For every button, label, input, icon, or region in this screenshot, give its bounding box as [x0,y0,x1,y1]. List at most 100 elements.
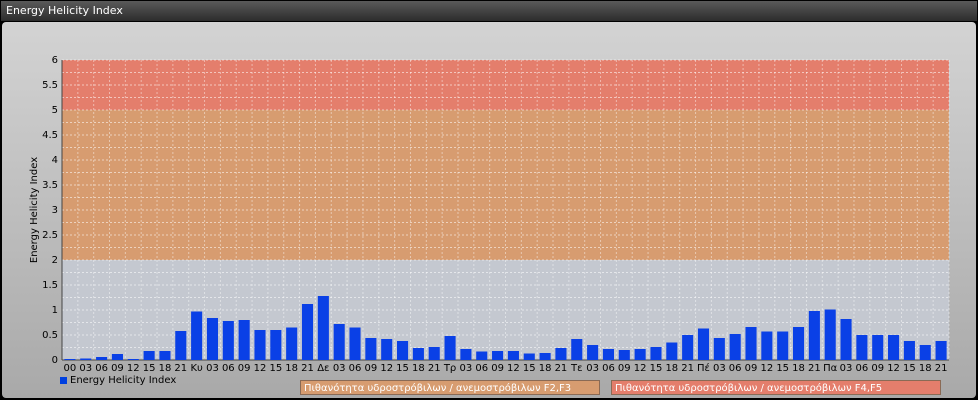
x-tick-label: 15 [903,363,916,374]
bar [159,351,171,360]
y-tick-label: 5 [52,105,58,116]
x-tick-label: 03 [713,363,726,374]
bar [903,341,915,360]
y-tick-label: 5.5 [42,80,58,91]
x-tick-label: 00 [64,363,77,374]
y-tick-label: 3 [52,205,58,216]
bar [713,338,725,360]
x-tick-label: 21 [428,363,441,374]
legend-label: Energy Helicity Index [70,375,177,386]
bar [397,341,409,360]
x-tick-label: 21 [681,363,694,374]
x-tick-label: 12 [887,363,900,374]
x-tick-label: 09 [745,363,758,374]
x-tick-label: 03 [333,363,346,374]
bar [872,335,884,360]
bar [64,359,76,360]
x-tick-label: 09 [238,363,251,374]
bar [571,339,583,360]
bar [650,347,662,360]
bar [745,327,757,360]
y-tick-label: 4.5 [42,130,58,141]
x-tick-label: 12 [254,363,267,374]
y-tick-label: 4 [52,155,58,166]
x-tick-label: 06 [602,363,615,374]
bar [428,347,440,360]
y-tick-label: 1 [52,305,58,316]
zone-legend-f2f3: Πιθανότητα υδροστρόβιλων / ανεμοστρόβιλω… [300,380,600,395]
x-tick-label: 09 [871,363,884,374]
y-axis-label: Energy Helicity Index [29,157,40,263]
x-tick-label: 03 [840,363,853,374]
x-tick-label: 18 [412,363,425,374]
x-tick-label: 21 [301,363,314,374]
x-tick-label: 12 [127,363,140,374]
x-tick-label: 21 [935,363,948,374]
x-tick-label: 12 [380,363,393,374]
x-tick-label: 09 [618,363,631,374]
x-tick-label: Δε [317,363,329,374]
bar [492,351,504,360]
x-tick-label: 12 [760,363,773,374]
bar [270,330,282,360]
x-tick-label: 06 [475,363,488,374]
x-tick-label: Πα [823,363,838,374]
bar [634,349,646,360]
x-tick-label: 09 [364,363,377,374]
bar [682,335,694,360]
x-tick-label: Πέ [697,362,710,374]
x-tick-label: 18 [539,363,552,374]
x-tick-label: 15 [143,363,156,374]
bar [96,357,108,360]
bar [729,334,741,360]
x-tick-label: 18 [792,363,805,374]
x-tick-label: 15 [269,363,282,374]
y-tick-label: 1.5 [42,280,58,291]
bar [697,328,710,360]
x-tick-label: 18 [665,363,678,374]
bar [602,349,614,360]
x-tick-label: 06 [856,363,869,374]
bar [539,353,551,360]
bar [222,321,234,360]
y-tick-label: 0.5 [42,330,58,341]
ehi-chart: 0 0.5 1 1.5 2 2.5 3 3.5 4 4.5 5 5.5 6 Energy Helicity… [29,55,950,374]
x-tick-label: 15 [396,363,409,374]
x-tick-label: 15 [650,363,663,374]
bar [777,331,789,360]
x-tick-label: 09 [111,363,124,374]
x-tick-label: 15 [523,363,536,374]
x-tick-label: 03 [586,363,599,374]
bar [206,318,219,360]
bar [792,327,805,360]
x-tick-label: 06 [222,363,235,374]
y-tick-label: 6 [52,55,58,66]
x-tick-label: 12 [507,363,520,374]
bar [587,345,599,360]
x-tick-label: 21 [555,363,568,374]
x-tick-label: Τρ [443,363,456,374]
x-tick-label: 06 [95,363,108,374]
bar [238,320,250,360]
bar [523,353,535,360]
bar [888,335,900,360]
x-tick-label: 18 [285,363,298,374]
bar [840,319,852,360]
x-tick-label: 06 [349,363,362,374]
bar [333,324,345,360]
bar [286,327,298,360]
x-tick-label: 18 [159,363,172,374]
bar [761,331,773,360]
y-tick-label: 2 [52,255,58,266]
x-tick-label: 21 [174,363,187,374]
x-tick-label: 03 [79,363,92,374]
bar [381,339,393,360]
bar [143,351,155,360]
bar [317,296,329,360]
y-tick-label: 3.5 [42,180,58,191]
bar [444,336,456,360]
x-tick-label: 21 [808,363,821,374]
bar [507,351,519,360]
x-tick-label: 03 [460,363,473,374]
bar [919,345,931,360]
